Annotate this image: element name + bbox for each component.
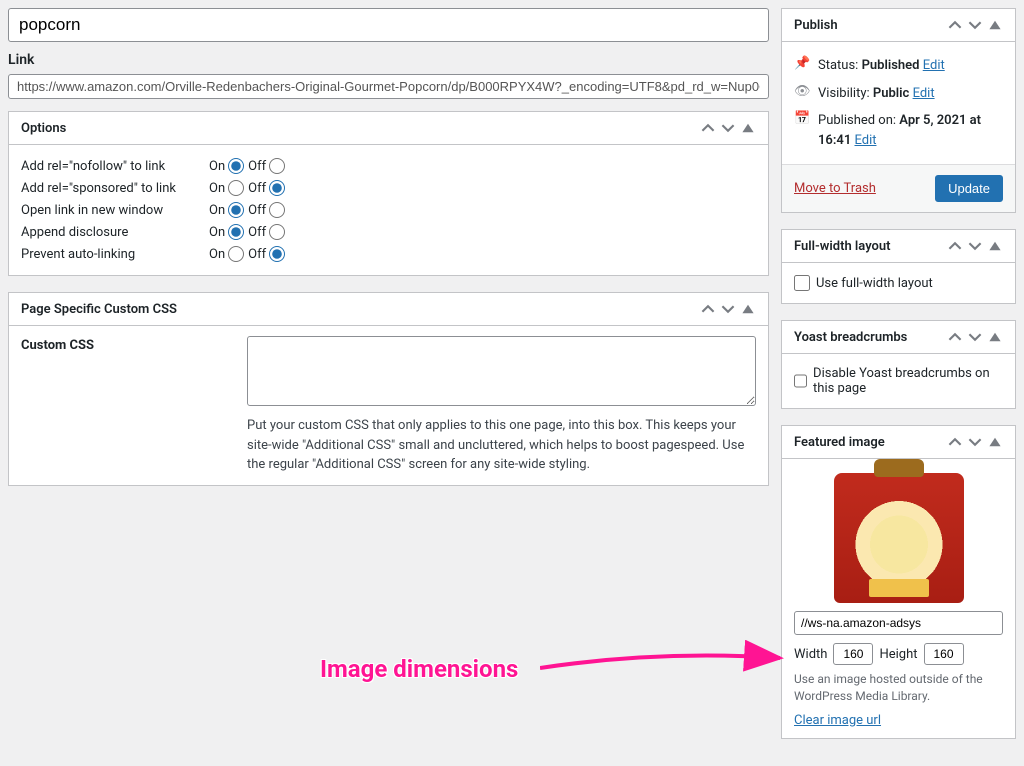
triangle-up-icon[interactable]	[740, 301, 756, 317]
option-label: Append disclosure	[21, 225, 201, 240]
nofollow-off-radio[interactable]	[269, 158, 285, 174]
clear-image-url-link[interactable]: Clear image url	[794, 713, 881, 728]
sponsored-on-radio[interactable]	[228, 180, 244, 196]
fullwidth-box: Full-width layout Use full-width layout	[781, 229, 1016, 304]
option-nofollow: Add rel="nofollow" to link On Off	[21, 155, 756, 177]
status-value: Published	[862, 58, 920, 73]
yoast-checkbox-label: Disable Yoast breadcrumbs on this page	[813, 366, 1003, 396]
disclosure-on-radio[interactable]	[228, 224, 244, 240]
prevent-on-radio[interactable]	[228, 246, 244, 262]
link-input[interactable]	[8, 74, 769, 99]
visibility-edit-link[interactable]: Edit	[913, 86, 935, 101]
newwin-off-radio[interactable]	[269, 202, 285, 218]
custom-css-label: Custom CSS	[21, 338, 94, 353]
status-edit-link[interactable]: Edit	[923, 58, 945, 73]
radio-off-label: Off	[248, 225, 266, 240]
custom-css-textarea[interactable]	[247, 336, 756, 406]
status-label: Status:	[818, 58, 858, 73]
fullwidth-checkbox[interactable]	[794, 275, 810, 291]
custom-css-help: Put your custom CSS that only applies to…	[247, 416, 756, 475]
visibility-value: Public	[873, 86, 909, 101]
chevron-up-icon[interactable]	[700, 301, 716, 317]
featured-image-thumbnail[interactable]	[834, 473, 964, 603]
title-input[interactable]	[8, 8, 769, 42]
triangle-up-icon[interactable]	[740, 120, 756, 136]
move-to-trash-link[interactable]: Move to Trash	[794, 181, 876, 196]
radio-on-label: On	[209, 159, 225, 174]
featured-image-title: Featured image	[794, 435, 947, 450]
link-label: Link	[8, 52, 769, 68]
featured-image-box: Featured image Width Height Use an image…	[781, 425, 1016, 739]
chevron-down-icon[interactable]	[967, 434, 983, 450]
nofollow-on-radio[interactable]	[228, 158, 244, 174]
option-label: Prevent auto-linking	[21, 247, 201, 262]
chevron-down-icon[interactable]	[967, 238, 983, 254]
newwin-on-radio[interactable]	[228, 202, 244, 218]
option-label: Add rel="nofollow" to link	[21, 159, 201, 174]
width-input[interactable]	[833, 643, 873, 665]
option-prevent: Prevent auto-linking On Off	[21, 243, 756, 265]
option-label: Add rel="sponsored" to link	[21, 181, 201, 196]
chevron-up-icon[interactable]	[947, 238, 963, 254]
yoast-title: Yoast breadcrumbs	[794, 330, 947, 345]
chevron-up-icon[interactable]	[947, 17, 963, 33]
option-disclosure: Append disclosure On Off	[21, 221, 756, 243]
chevron-down-icon[interactable]	[720, 120, 736, 136]
eye-icon: 👁	[794, 84, 810, 99]
sponsored-off-radio[interactable]	[269, 180, 285, 196]
triangle-up-icon[interactable]	[987, 17, 1003, 33]
width-label: Width	[794, 647, 827, 662]
custom-css-title: Page Specific Custom CSS	[21, 302, 700, 317]
height-input[interactable]	[924, 643, 964, 665]
chevron-up-icon[interactable]	[700, 120, 716, 136]
pin-icon: 📌	[794, 56, 810, 71]
chevron-down-icon[interactable]	[967, 17, 983, 33]
published-edit-link[interactable]: Edit	[854, 133, 876, 148]
triangle-up-icon[interactable]	[987, 434, 1003, 450]
publish-title: Publish	[794, 18, 947, 33]
radio-on-label: On	[209, 181, 225, 196]
options-title: Options	[21, 121, 700, 136]
chevron-down-icon[interactable]	[720, 301, 736, 317]
option-newwin: Open link in new window On Off	[21, 199, 756, 221]
option-label: Open link in new window	[21, 203, 201, 218]
fullwidth-checkbox-label: Use full-width layout	[816, 276, 933, 291]
radio-off-label: Off	[248, 181, 266, 196]
yoast-box: Yoast breadcrumbs Disable Yoast breadcru…	[781, 320, 1016, 409]
radio-on-label: On	[209, 203, 225, 218]
radio-on-label: On	[209, 247, 225, 262]
custom-css-box: Page Specific Custom CSS Custom CSS Put …	[8, 292, 769, 486]
yoast-checkbox[interactable]	[794, 373, 807, 389]
radio-off-label: Off	[248, 159, 266, 174]
prevent-off-radio[interactable]	[269, 246, 285, 262]
featured-image-help: Use an image hosted outside of the WordP…	[794, 671, 1003, 705]
visibility-label: Visibility:	[818, 86, 870, 101]
disclosure-off-radio[interactable]	[269, 224, 285, 240]
chevron-up-icon[interactable]	[947, 329, 963, 345]
chevron-down-icon[interactable]	[967, 329, 983, 345]
triangle-up-icon[interactable]	[987, 238, 1003, 254]
option-sponsored: Add rel="sponsored" to link On Off	[21, 177, 756, 199]
radio-on-label: On	[209, 225, 225, 240]
update-button[interactable]: Update	[935, 175, 1003, 202]
radio-off-label: Off	[248, 203, 266, 218]
fullwidth-title: Full-width layout	[794, 239, 947, 254]
publish-box: Publish 📌 Status: Published Edit 👁 Visib…	[781, 8, 1016, 213]
featured-image-url-input[interactable]	[794, 611, 1003, 635]
options-box: Options Add rel="nofollow" to link On Of…	[8, 111, 769, 276]
published-label: Published on:	[818, 113, 896, 128]
triangle-up-icon[interactable]	[987, 329, 1003, 345]
height-label: Height	[879, 647, 917, 662]
radio-off-label: Off	[248, 247, 266, 262]
chevron-up-icon[interactable]	[947, 434, 963, 450]
calendar-icon: 📅	[794, 111, 810, 126]
